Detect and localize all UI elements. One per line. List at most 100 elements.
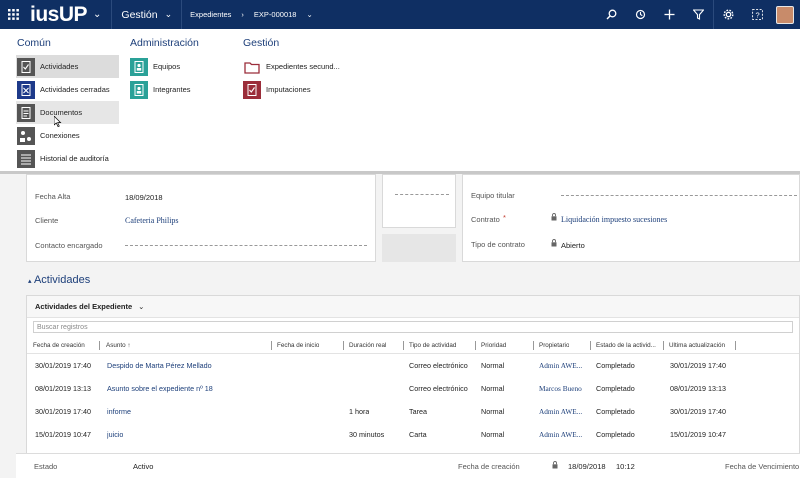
add-icon[interactable] [655, 0, 684, 29]
hora-creacion-value: 10:12 [616, 462, 635, 471]
column-separator[interactable] [533, 341, 534, 350]
column-separator[interactable] [735, 341, 736, 350]
cell-type: Tarea [409, 407, 427, 416]
chevron-down-icon[interactable]: ⌄ [304, 0, 314, 29]
cell-created: 08/01/2019 13:13 [35, 384, 91, 393]
cell-updated: 30/01/2019 17:40 [670, 361, 726, 370]
app-launcher-icon[interactable] [0, 0, 26, 29]
contrato-label: Contrato [471, 215, 500, 224]
grid-column-headers: Fecha de creación Asunto ↑ Fecha de inic… [27, 338, 799, 354]
cell-status: Completado [596, 361, 635, 370]
menu-item-label: Expedientes secund... [266, 62, 340, 71]
column-header[interactable]: Última actualización [669, 342, 725, 349]
actividades-section-title[interactable]: ▴ Actividades [28, 274, 90, 286]
gear-icon[interactable] [714, 0, 743, 29]
app-logo[interactable]: iusUP [30, 3, 88, 27]
empty-field[interactable] [395, 194, 449, 195]
cell-updated: 08/01/2019 13:13 [670, 384, 726, 393]
column-header[interactable]: Estado de la activid... [596, 342, 662, 349]
column-header[interactable]: Asunto ↑ [106, 342, 131, 349]
menu-item-expedientes-secundarios[interactable]: Expedientes secund... [242, 55, 357, 78]
cell-duration: 30 minutos [349, 430, 385, 439]
menu-item-actividades[interactable]: Actividades [16, 55, 119, 78]
module-label: Gestión [121, 8, 158, 21]
tipo-contrato-field[interactable]: Abierto [561, 241, 585, 250]
menu-item-historial-auditoria[interactable]: Historial de auditoría [16, 147, 119, 170]
table-row[interactable]: 30/01/2019 17:40 Despido de Marta Pérez … [27, 354, 799, 377]
chevron-down-icon[interactable]: ⌄ [93, 9, 101, 20]
table-row[interactable]: 30/01/2019 17:40 informe 1 hora Tarea No… [27, 400, 799, 423]
column-separator[interactable] [271, 341, 272, 350]
cell-updated: 15/01/2019 10:47 [670, 430, 726, 439]
chevron-down-icon: ⌄ [164, 9, 173, 19]
cell-subject-link[interactable]: Asunto sobre el expediente nº 18 [107, 384, 213, 393]
column-separator[interactable] [343, 341, 344, 350]
empty-card [382, 174, 456, 228]
cell-status: Completado [596, 384, 635, 393]
menu-item-imputaciones[interactable]: Imputaciones [242, 78, 357, 101]
equipo-titular-field[interactable] [561, 195, 797, 196]
lock-icon [551, 213, 557, 223]
column-header[interactable]: Duración real [349, 342, 386, 349]
menu-item-documentos[interactable]: Documentos [16, 101, 119, 124]
menu-column-comun: Común Actividades Actividades cerradas D… [16, 37, 119, 170]
breadcrumb-record[interactable]: EXP-000018 [246, 0, 305, 29]
estado-value: Activo [133, 462, 154, 471]
fecha-alta-label: Fecha Alta [35, 192, 71, 201]
fecha-alta-field[interactable]: 18/09/2018 [125, 193, 163, 202]
closed-activities-icon [17, 80, 35, 99]
contrato-lookup-link[interactable]: Liquidación impuesto sucesiones [561, 215, 667, 224]
menu-item-equipos[interactable]: Equipos [129, 55, 239, 78]
module-switcher[interactable]: Gestión ⌄ [112, 0, 181, 29]
menu-item-label: Integrantes [153, 85, 191, 94]
grid-view-selector[interactable]: Actividades del Expediente ⌄ [27, 296, 799, 318]
recent-history-icon[interactable] [626, 0, 655, 29]
avatar[interactable] [776, 5, 794, 24]
menu-item-label: Equipos [153, 62, 181, 71]
column-separator[interactable] [475, 341, 476, 350]
secondary-files-icon [243, 57, 261, 76]
column-header[interactable]: Prioridad [481, 342, 506, 349]
search-icon[interactable] [597, 0, 626, 29]
general-info-card: Fecha Alta 18/09/2018 Cliente Cafeteria … [26, 174, 376, 262]
column-header[interactable]: Fecha de creación [33, 342, 85, 349]
menu-item-integrantes[interactable]: Integrantes [129, 78, 239, 101]
audit-history-icon [17, 149, 35, 168]
connections-icon [17, 126, 35, 145]
column-header[interactable]: Propietario [539, 342, 569, 349]
cell-owner-link[interactable]: Marcos Bueno [539, 384, 582, 393]
cell-type: Correo electrónico [409, 361, 468, 370]
contacto-encargado-field[interactable] [125, 245, 367, 246]
menu-column-title: Común [17, 37, 51, 49]
help-icon[interactable]: ? [743, 0, 772, 29]
menu-item-conexiones[interactable]: Conexiones [16, 124, 119, 147]
column-header[interactable]: Tipo de actividad [409, 342, 456, 349]
column-separator[interactable] [403, 341, 404, 350]
cell-owner-link[interactable]: Admin AWE... [539, 430, 582, 439]
table-row[interactable]: 15/01/2019 10:47 juicio 30 minutos Carta… [27, 423, 799, 446]
table-row[interactable]: 08/01/2019 13:13 Asunto sobre el expedie… [27, 377, 799, 400]
search-records-input[interactable]: Buscar registros [33, 321, 793, 333]
cell-owner-link[interactable]: Admin AWE... [539, 407, 582, 416]
cell-owner-link[interactable]: Admin AWE... [539, 361, 582, 370]
filter-icon[interactable] [684, 0, 713, 29]
column-separator[interactable] [663, 341, 664, 350]
tipo-contrato-label: Tipo de contrato [471, 240, 525, 249]
column-separator[interactable] [590, 341, 591, 350]
cliente-lookup-link[interactable]: Cafeteria Philips [125, 216, 179, 225]
column-header[interactable]: Fecha de inicio [277, 342, 319, 349]
status-footer: Estado Activo Fecha de creación 18/09/20… [16, 453, 800, 478]
cell-status: Completado [596, 430, 635, 439]
empty-placeholder [382, 234, 456, 262]
cell-priority: Normal [481, 384, 505, 393]
breadcrumb-entity[interactable]: Expedientes [182, 0, 239, 29]
cell-subject-link[interactable]: juicio [107, 430, 123, 439]
caret-up-icon: ▴ [28, 278, 32, 285]
contacto-encargado-label: Contacto encargado [35, 241, 103, 250]
cell-type: Carta [409, 430, 427, 439]
column-separator[interactable] [99, 341, 100, 350]
menu-item-actividades-cerradas[interactable]: Actividades cerradas [16, 78, 119, 101]
cell-subject-link[interactable]: informe [107, 407, 131, 416]
cell-subject-link[interactable]: Despido de Marta Pérez Mellado [107, 361, 212, 370]
estado-label: Estado [34, 462, 58, 471]
